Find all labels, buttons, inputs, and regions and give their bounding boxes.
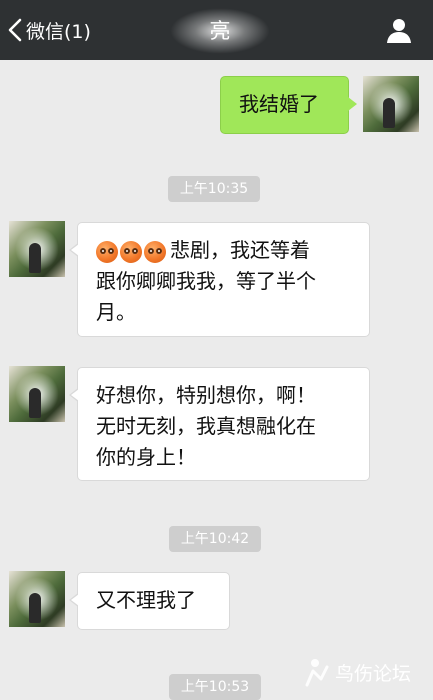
message-bubble-incoming[interactable]: 又不理我了 xyxy=(69,572,230,630)
chat-title-area: 亮 xyxy=(150,6,290,54)
watermark-text: 鸟伤论坛 xyxy=(335,662,412,685)
message-line: 无时无刻，我真想融化在 xyxy=(96,414,316,438)
timestamp: 上午10:42 xyxy=(169,526,261,552)
message-line: 月。 xyxy=(96,300,136,324)
sad-face-emoji xyxy=(120,240,142,263)
message-line: 你的身上！ xyxy=(96,445,196,469)
contact-avatar[interactable] xyxy=(9,571,65,627)
message-line: 好想你，特别想你，啊！ xyxy=(96,383,316,407)
contact-avatar[interactable] xyxy=(9,366,65,422)
my-avatar[interactable] xyxy=(363,76,419,132)
message-bubble-outgoing[interactable]: 我结婚了 xyxy=(220,76,357,134)
timestamp: 上午10:35 xyxy=(168,176,260,202)
back-button[interactable]: 微信(1) xyxy=(8,14,91,46)
emoji-group xyxy=(96,240,168,263)
message-line: 悲剧，我还等着 xyxy=(170,238,310,262)
chevron-left-icon xyxy=(8,18,22,42)
watermark: 鸟伤论坛 xyxy=(301,655,427,689)
watermark-logo-icon xyxy=(305,659,329,687)
contact-avatar[interactable] xyxy=(9,221,65,277)
message-bubble-incoming[interactable]: 好想你，特别想你，啊！ 无时无刻，我真想融化在 你的身上！ xyxy=(69,367,370,481)
message-line: 跟你卿卿我我，等了半个 xyxy=(96,269,316,293)
sad-face-emoji xyxy=(96,240,118,263)
chat-title: 亮 xyxy=(209,19,231,43)
timestamp: 上午10:53 xyxy=(169,674,261,700)
message-bubble-incoming[interactable]: 悲剧，我还等着 跟你卿卿我我，等了半个 月。 xyxy=(69,222,370,337)
contact-info-icon[interactable] xyxy=(385,16,413,44)
title-bar: 微信(1) 亮 xyxy=(0,0,433,60)
sad-face-emoji xyxy=(144,240,166,263)
back-label: 微信(1) xyxy=(26,20,91,43)
message-text: 我结婚了 xyxy=(239,92,319,116)
message-text: 又不理我了 xyxy=(96,588,196,612)
